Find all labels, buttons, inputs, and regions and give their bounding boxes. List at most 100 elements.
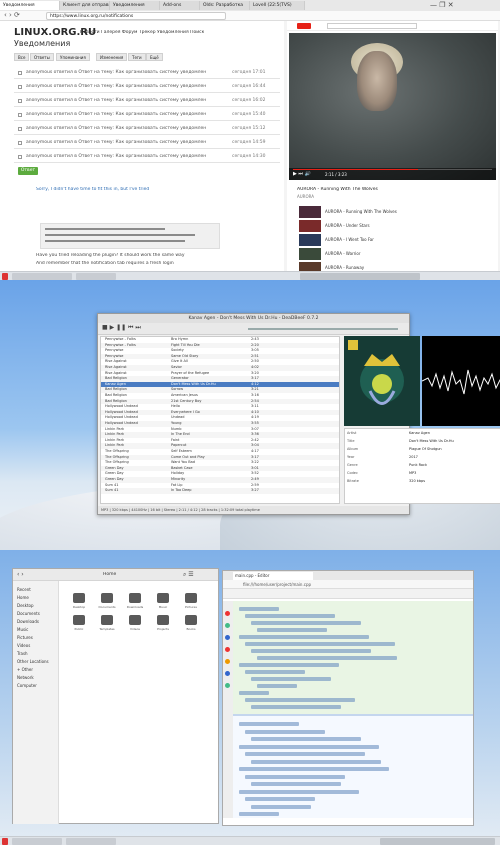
breakpoint-icon[interactable]	[225, 683, 230, 688]
folder-label[interactable]: Templates	[97, 627, 117, 631]
menu-icon[interactable]	[2, 273, 8, 280]
tab-5[interactable]: Оlds: Разработка	[200, 1, 250, 10]
folder-icon[interactable]	[73, 615, 85, 625]
list-item[interactable]: anonymous ответил в Ответ на тему: Как о…	[14, 151, 280, 163]
list-item[interactable]: anonymous ответил в Ответ на тему: Как о…	[14, 137, 280, 149]
checkbox[interactable]	[18, 141, 22, 145]
video-player[interactable]: ▶ ⏭ 🔊 2:11 / 3:23	[289, 33, 496, 180]
sidebar-item[interactable]: Network	[17, 675, 57, 680]
editor-tab[interactable]: main.cpp - Editor	[233, 572, 313, 580]
sidebar-item[interactable]: Trash	[17, 651, 57, 656]
folder-icon[interactable]	[129, 615, 141, 625]
related-thumb[interactable]	[299, 220, 321, 232]
youtube-logo-icon[interactable]	[297, 23, 311, 29]
folder-icon[interactable]	[157, 593, 169, 603]
breakpoint-icon[interactable]	[225, 611, 230, 616]
sidebar-item[interactable]: Recent	[17, 587, 57, 592]
checkbox[interactable]	[18, 127, 22, 131]
video-channel[interactable]: AURORA	[297, 194, 314, 199]
code-pane-top[interactable]	[233, 601, 473, 714]
table-row[interactable]: Sum 41 In Too Deep 3:27	[101, 488, 339, 494]
tab-4[interactable]: Add-ons	[160, 1, 200, 10]
site-nav[interactable]: Новости Галерея Форум Трекер Уведомления…	[80, 30, 204, 35]
sidebar-item[interactable]: Other Locations	[17, 659, 57, 664]
folder-label[interactable]: Public	[69, 627, 89, 631]
checkbox[interactable]	[18, 99, 22, 103]
sidebar-item[interactable]: Pictures	[17, 635, 57, 640]
playlist[interactable]: Pennywise - Folks Bro Hymn 2:43 Pennywise -…	[100, 336, 340, 504]
sidebar-item[interactable]: Videos	[17, 643, 57, 648]
folder-label[interactable]: Downloads	[125, 605, 145, 609]
sidebar-item[interactable]: Computer	[17, 683, 57, 688]
folder-label[interactable]: Projects	[153, 627, 173, 631]
tab-2[interactable]: Клиент для отправки	[60, 1, 110, 10]
filter-tags[interactable]: Теги	[128, 53, 146, 61]
list-item[interactable]: anonymous ответил в Ответ на тему: Как о…	[14, 67, 280, 79]
seekbar[interactable]	[248, 328, 398, 330]
progress-fill[interactable]	[293, 169, 418, 170]
folder-icon[interactable]	[129, 593, 141, 603]
reply-button[interactable]: Ответ	[18, 167, 38, 175]
nav-arrows-icon[interactable]: ‹ › ⟳	[4, 11, 20, 20]
folder-icon[interactable]	[185, 615, 197, 625]
folder-icon[interactable]	[101, 615, 113, 625]
folder-label[interactable]: Music	[153, 605, 173, 609]
related-title[interactable]: AURORA - Runaway	[325, 265, 485, 270]
checkbox[interactable]	[18, 71, 22, 75]
fm-menu-icon[interactable]: ⌕ ☰	[183, 571, 194, 579]
code-pane-bottom[interactable]	[233, 714, 473, 818]
transport-icons[interactable]: ■ ▶ ❚❚ ⏮ ⏭	[102, 324, 141, 332]
folder-label[interactable]: Documents	[97, 605, 117, 609]
sidebar-item[interactable]: Documents	[17, 611, 57, 616]
related-thumb[interactable]	[299, 206, 321, 218]
taskbar-item-2[interactable]	[76, 273, 116, 280]
editor-url[interactable]: file:///home/user/project/main.cpp	[243, 581, 403, 588]
related-title[interactable]: AURORA - Warrior	[325, 251, 485, 256]
related-title[interactable]: AURORA - Under Stars	[325, 223, 485, 228]
fm-back-icon[interactable]: ‹ ›	[17, 571, 24, 578]
related-thumb[interactable]	[299, 234, 321, 246]
list-item[interactable]: anonymous ответил в Ответ на тему: Как о…	[14, 123, 280, 135]
sidebar-item[interactable]: Music	[17, 627, 57, 632]
sidebar-item[interactable]: Downloads	[17, 619, 57, 624]
tab-1[interactable]: Уведомления	[0, 1, 60, 10]
filter-more[interactable]: Ещё	[146, 53, 163, 61]
tab-3[interactable]: Уведомления	[110, 1, 160, 10]
folder-label[interactable]: Pictures	[181, 605, 201, 609]
folder-icon[interactable]	[185, 593, 197, 603]
taskbar-editor[interactable]	[66, 838, 116, 845]
list-item[interactable]: anonymous ответил в Ответ на тему: Как о…	[14, 81, 280, 93]
breakpoint-icon[interactable]	[225, 635, 230, 640]
list-item[interactable]: anonymous ответил в Ответ на тему: Как о…	[14, 95, 280, 107]
video-controls[interactable]: ▶ ⏭ 🔊 2:11 / 3:23	[289, 168, 496, 180]
breakpoint-icon[interactable]	[225, 623, 230, 628]
search-input[interactable]	[327, 23, 417, 29]
related-title[interactable]: AURORA - I Went Too Far	[325, 237, 485, 242]
folder-label[interactable]: Books	[181, 627, 201, 631]
tab-6[interactable]: Lovell (22:5(TVS)	[250, 1, 305, 10]
filter-mentions[interactable]: Упоминания	[56, 53, 90, 61]
checkbox[interactable]	[18, 155, 22, 159]
start-icon[interactable]	[2, 838, 8, 845]
filter-all[interactable]: Все	[14, 53, 30, 61]
checkbox[interactable]	[18, 113, 22, 117]
breakpoint-icon[interactable]	[225, 671, 230, 676]
filter-replies[interactable]: Ответы	[30, 53, 54, 61]
breakpoint-icon[interactable]	[225, 659, 230, 664]
window-controls[interactable]: — ❐ ✕	[430, 0, 454, 10]
related-title[interactable]: AURORA - Running With The Wolves	[325, 209, 485, 214]
breakpoint-icon[interactable]	[225, 647, 230, 652]
filter-changes[interactable]: Изменения	[96, 53, 128, 61]
checkbox[interactable]	[18, 85, 22, 89]
folder-icon[interactable]	[157, 615, 169, 625]
play-icon[interactable]: ▶ ⏭ 🔊	[293, 171, 311, 177]
sidebar-item[interactable]: Desktop	[17, 603, 57, 608]
sidebar-item[interactable]: + Other	[17, 667, 57, 672]
folder-icon[interactable]	[101, 593, 113, 603]
related-thumb[interactable]	[299, 248, 321, 260]
address-input[interactable]: https://www.linux.org.ru/notifications	[46, 12, 226, 20]
folder-label[interactable]: Desktop	[69, 605, 89, 609]
taskbar-fm[interactable]	[12, 838, 62, 845]
folder-icon[interactable]	[73, 593, 85, 603]
taskbar-item-browser[interactable]	[12, 273, 72, 280]
